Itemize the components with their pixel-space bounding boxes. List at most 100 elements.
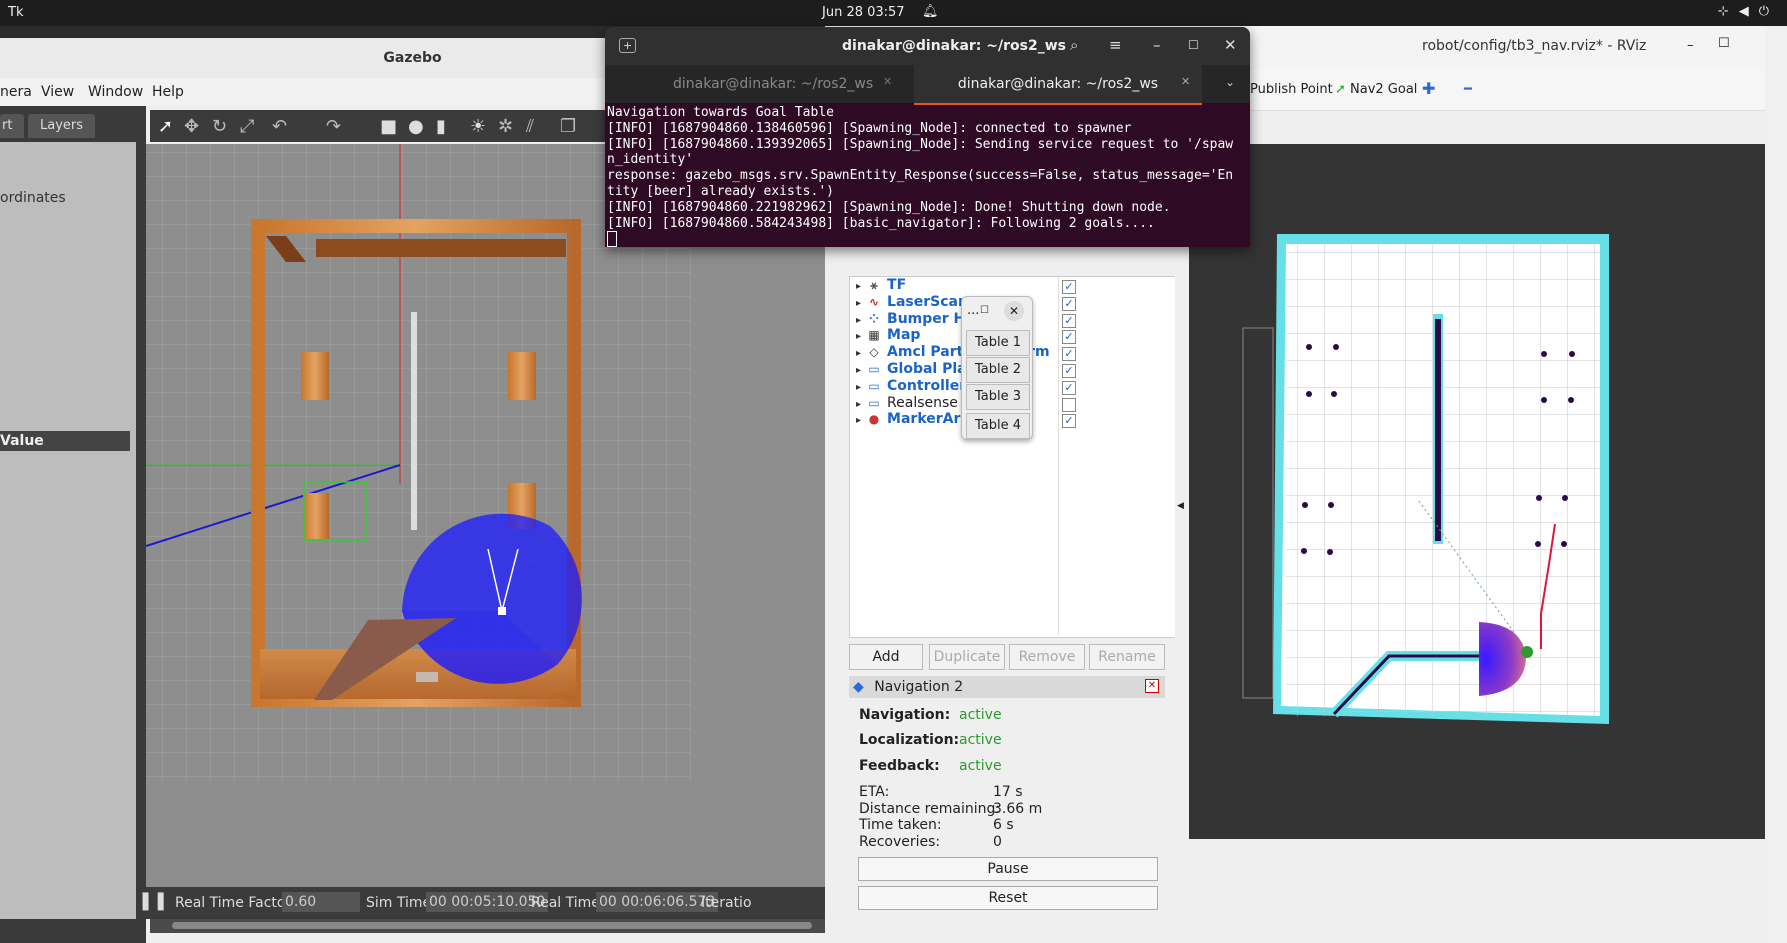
map-icon: ▦	[868, 328, 880, 343]
scale-tool-icon[interactable]: ⤢	[240, 116, 254, 137]
spot-light-icon[interactable]: ✲	[498, 116, 513, 137]
tab-list-chevron-icon[interactable]: ⌄	[1225, 75, 1235, 89]
menu-camera[interactable]: nera	[0, 84, 32, 100]
bumper-icon: ⁘	[869, 311, 880, 326]
expand-arrow-icon[interactable]: ▸	[856, 315, 861, 326]
expand-arrow-icon[interactable]: ▸	[856, 281, 861, 292]
publish-point-tool[interactable]: Publish Point	[1250, 82, 1333, 97]
select-tool-icon[interactable]: ➚	[158, 116, 173, 137]
expand-arrow-icon[interactable]: ▸	[856, 348, 861, 359]
search-icon[interactable]: ⌕	[1070, 36, 1078, 54]
gazebo-3d-viewport[interactable]	[146, 144, 825, 887]
display-item[interactable]: ▸ ▦ Map	[856, 327, 920, 345]
pause-icon[interactable]: ❚❚	[138, 890, 168, 911]
rviz-vertical-scrollbar[interactable]	[1765, 26, 1787, 943]
translate-tool-icon[interactable]: ✥	[184, 116, 199, 137]
duplicate-button[interactable]: Duplicate	[929, 644, 1005, 670]
rename-button[interactable]: Rename	[1089, 644, 1165, 670]
display-checkbox[interactable]: ✓	[1062, 280, 1076, 294]
popup-maximize-icon[interactable]: ☐	[980, 305, 989, 316]
display-checkbox[interactable]: ✓	[1062, 296, 1076, 311]
remove-tool-icon[interactable]: ━	[1464, 82, 1472, 97]
nav2-goal-tool[interactable]: Nav2 Goal	[1350, 82, 1417, 97]
display-checkbox[interactable]	[1062, 397, 1076, 412]
table-2-button[interactable]: Table 2	[966, 357, 1030, 383]
table-4-button[interactable]: Table 4	[966, 413, 1030, 439]
nav2-panel: ◆ Navigation 2 ✕ Navigation: active Local…	[849, 676, 1165, 943]
network-icon: ⊹	[1717, 4, 1739, 19]
tab-1-close-icon[interactable]: ✕	[883, 75, 892, 88]
expand-arrow-icon[interactable]: ▸	[856, 331, 861, 342]
tab-insert[interactable]: rt	[0, 114, 25, 138]
undo-icon[interactable]: ↶	[272, 116, 287, 137]
time-taken-label: Time taken:	[859, 817, 942, 833]
panel-splitter[interactable]: ◀	[1175, 276, 1189, 943]
close-icon[interactable]: ✕	[1224, 36, 1237, 54]
display-item[interactable]: ▸ ⚹ TF	[856, 277, 906, 295]
display-checkbox[interactable]: ✓	[1062, 414, 1076, 429]
add-tool-icon[interactable]: ✚	[1422, 79, 1435, 98]
map-wall-obstacle	[1435, 319, 1441, 541]
display-checkbox[interactable]: ✓	[1062, 347, 1076, 362]
tab-2-close-icon[interactable]: ✕	[1181, 75, 1190, 88]
display-checkbox[interactable]: ✓	[1062, 364, 1076, 378]
box-shape-icon[interactable]: ■	[380, 116, 397, 137]
terminal-line: [INFO] [1687904860.584243498] [basic_nav…	[607, 215, 1155, 231]
rotate-tool-icon[interactable]: ↻	[212, 116, 227, 137]
terminal-tab-2[interactable]: dinakar@dinakar: ~/ros2_ws	[914, 65, 1202, 105]
popup-close-icon[interactable]: ✕	[1004, 301, 1024, 321]
remove-button[interactable]: Remove	[1009, 644, 1085, 670]
directional-light-icon[interactable]: ⫽	[526, 116, 534, 137]
rviz-3d-view[interactable]	[1189, 144, 1765, 839]
power-icon: ⏻	[1758, 4, 1779, 19]
expand-arrow-icon[interactable]: ▸	[856, 399, 861, 410]
real-time-label: Real Time:	[531, 895, 605, 911]
minimize-icon[interactable]: –	[1153, 36, 1161, 54]
add-button[interactable]: Add	[849, 644, 923, 670]
redo-icon[interactable]: ↷	[326, 116, 341, 137]
pause-button[interactable]: Pause	[858, 857, 1158, 881]
display-checkbox[interactable]: ✓	[1062, 330, 1076, 345]
menu-help[interactable]: Help	[152, 84, 184, 100]
clock[interactable]: Jun 28 03:57	[822, 5, 905, 20]
iterations-label: Iteratio	[701, 895, 752, 911]
display-item[interactable]: ▸ ∿ LaserScan	[856, 294, 968, 312]
display-item[interactable]: ▸ ⁘ Bumper Hit	[856, 311, 977, 329]
table-1-button[interactable]: Table 1	[966, 330, 1030, 356]
table-3-button[interactable]: Table 3	[966, 384, 1030, 410]
system-tray[interactable]: ⊹◀︎⏻	[1718, 4, 1779, 19]
copy-icon[interactable]: ❐	[560, 116, 576, 137]
robot-marker	[498, 607, 506, 615]
reset-button[interactable]: Reset	[858, 886, 1158, 910]
menu-window[interactable]: Window	[88, 84, 143, 100]
gazebo-scrollbar[interactable]	[150, 919, 825, 933]
close-panel-icon[interactable]: ✕	[1145, 679, 1159, 693]
marker-icon: ●	[868, 412, 880, 427]
terminal-tab-1[interactable]: dinakar@dinakar: ~/ros2_ws	[673, 65, 873, 103]
sphere-shape-icon[interactable]: ●	[408, 116, 424, 137]
expand-arrow-icon[interactable]: ▸	[856, 298, 861, 309]
display-item[interactable]: ▸ ▭ Controller	[856, 378, 966, 396]
maximize-icon[interactable]: ☐	[1718, 36, 1730, 51]
maximize-icon[interactable]: ☐	[1188, 38, 1199, 52]
tab-layers[interactable]: Layers	[28, 114, 96, 138]
expand-arrow-icon[interactable]: ▸	[856, 365, 861, 376]
new-tab-icon[interactable]: +	[619, 38, 637, 53]
display-checkbox[interactable]: ✓	[1062, 380, 1076, 395]
hamburger-menu-icon[interactable]: ≡	[1109, 36, 1122, 54]
nav2-header: ◆ Navigation 2 ✕	[849, 676, 1165, 698]
terminal-output[interactable]: Navigation towards Goal Table [INFO] [168…	[607, 105, 1243, 248]
display-item[interactable]: ▸ ▭ Realsense	[856, 395, 958, 413]
menu-view[interactable]: View	[41, 84, 74, 100]
particle-icon: ◇	[869, 345, 879, 360]
display-checkbox[interactable]: ✓	[1062, 313, 1076, 328]
coordinates-label: ordinates	[0, 190, 66, 206]
collapse-arrow-icon[interactable]: ◀	[1177, 501, 1184, 511]
displays-button-row: Add Duplicate Remove Rename	[849, 644, 1175, 670]
minimize-icon[interactable]: –	[1687, 38, 1694, 53]
cylinder-shape-icon[interactable]: ▮	[436, 116, 446, 137]
expand-arrow-icon[interactable]: ▸	[856, 415, 861, 426]
active-app-label[interactable]: Tk	[8, 5, 23, 20]
point-light-icon[interactable]: ☀	[470, 116, 486, 137]
expand-arrow-icon[interactable]: ▸	[856, 382, 861, 393]
